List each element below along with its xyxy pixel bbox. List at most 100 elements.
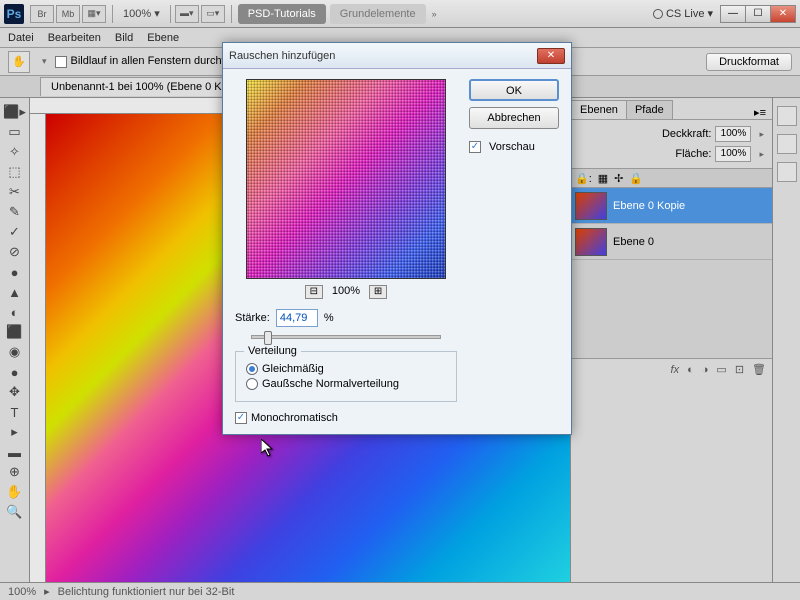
tool-brush[interactable]: ⊘	[3, 242, 27, 262]
fx-icon[interactable]: fx	[671, 364, 680, 376]
lock-all-icon[interactable]: 🔒	[629, 172, 643, 185]
tool-pen[interactable]: ✥	[3, 382, 27, 402]
tool-zoom[interactable]: 🔍	[3, 502, 27, 522]
fill-input[interactable]: 100%	[715, 146, 751, 162]
minimize-button[interactable]: —	[720, 5, 746, 23]
layers-footer: fx ◐ ◑ ▭ ⊡ 🗑	[571, 358, 772, 380]
workspace-tab-grundelemente[interactable]: Grundelemente	[330, 4, 426, 24]
strength-label: Stärke:	[235, 312, 270, 324]
tool-stamp[interactable]: ●	[3, 262, 27, 282]
hand-tool-icon[interactable]: ✋	[8, 51, 30, 73]
tool-eraser[interactable]: ◐	[3, 302, 27, 322]
uniform-radio[interactable]: Gleichmäßig	[246, 363, 446, 375]
preview-checkbox[interactable]: Vorschau	[469, 141, 559, 153]
workspace-tab-tutorials[interactable]: PSD-Tutorials	[238, 4, 326, 24]
layer-name[interactable]: Ebene 0 Kopie	[613, 200, 685, 212]
status-info-icon: ▸	[44, 585, 50, 598]
minibridge-button[interactable]: Mb	[56, 5, 80, 23]
dock-icon-2[interactable]	[777, 134, 797, 154]
panels-dock: Ebenen Pfade ▸≡ Deckkraft: 100% ▸ Fläche…	[570, 98, 772, 582]
print-format-button[interactable]: Druckformat	[706, 53, 792, 71]
tool-dodge[interactable]: ●	[3, 362, 27, 382]
tool-crop[interactable]: ✂	[3, 182, 27, 202]
paths-tab[interactable]: Pfade	[626, 100, 673, 119]
tool-shape[interactable]: ▬	[3, 442, 27, 462]
radio-icon	[246, 378, 258, 390]
maximize-button[interactable]: ☐	[745, 5, 771, 23]
status-hint: Belichtung funktioniert nur bei 32-Bit	[58, 586, 235, 598]
scroll-all-checkbox[interactable]: Bildlauf in allen Fenstern durchf	[55, 55, 225, 67]
checkbox-icon	[235, 412, 247, 424]
slider-thumb[interactable]	[264, 331, 272, 345]
layer-thumb	[575, 192, 607, 220]
status-bar: 100% ▸ Belichtung funktioniert nur bei 3…	[0, 582, 800, 600]
strength-slider[interactable]	[251, 335, 441, 339]
noise-preview[interactable]	[246, 79, 446, 279]
layer-name[interactable]: Ebene 0	[613, 236, 654, 248]
bridge-button[interactable]: Br	[30, 5, 54, 23]
adjustment-icon[interactable]: ◑	[702, 364, 709, 376]
status-zoom[interactable]: 100%	[8, 586, 36, 598]
mask-icon[interactable]: ◐	[687, 364, 694, 376]
toolbox: ⬛▸ ▭ ✧ ⬚ ✂ ✎ ✓ ⊘ ● ▲ ◐ ⬛ ◉ ● ✥ T ▸ ▬ ⊕ ✋…	[0, 98, 30, 582]
fill-label: Fläche:	[675, 148, 711, 160]
tool-healing[interactable]: ✓	[3, 222, 27, 242]
cancel-button[interactable]: Abbrechen	[469, 107, 559, 129]
menu-bild[interactable]: Bild	[115, 32, 133, 44]
zoom-out-button[interactable]: ⊟	[305, 285, 323, 299]
trash-icon[interactable]: 🗑	[752, 363, 766, 376]
gaussian-radio[interactable]: Gaußsche Normalverteilung	[246, 378, 446, 390]
cslive-button[interactable]: CS Live ▾	[653, 7, 713, 20]
add-noise-dialog: Rauschen hinzufügen ✕ ⊟ 100% ⊞ Stärke: 4…	[222, 42, 572, 435]
zoom-in-button[interactable]: ⊞	[369, 285, 387, 299]
window-close-button[interactable]: ✕	[770, 5, 796, 23]
newlayer-icon[interactable]: ⊡	[735, 363, 744, 376]
zoom-level[interactable]: 100% ▾	[123, 7, 160, 20]
workspace-more[interactable]: »	[432, 9, 437, 19]
dialog-close-button[interactable]: ✕	[537, 48, 565, 64]
tool-path[interactable]: ▸	[3, 422, 27, 442]
menu-ebene[interactable]: Ebene	[147, 32, 179, 44]
lock-label: 🔒:	[575, 172, 592, 185]
distribution-legend: Verteilung	[244, 345, 301, 357]
cslive-icon	[653, 9, 663, 19]
app-icon: Ps	[4, 4, 24, 24]
tool-hand[interactable]: ✋	[3, 482, 27, 502]
layers-list: Ebene 0 Kopie Ebene 0	[571, 188, 772, 358]
opacity-flyout[interactable]: ▸	[759, 129, 764, 140]
lock-position-icon[interactable]: ✢	[614, 172, 623, 185]
menu-datei[interactable]: Datei	[8, 32, 34, 44]
viewmodes-button[interactable]: ▦▾	[82, 5, 106, 23]
tool-marquee[interactable]: ▭	[3, 122, 27, 142]
tool-type[interactable]: T	[3, 402, 27, 422]
tool-blur[interactable]: ◉	[3, 342, 27, 362]
tool-history[interactable]: ▲	[3, 282, 27, 302]
app-titlebar: Ps Br Mb ▦▾ 100% ▾ ▬▾ ▭▾ PSD-Tutorials G…	[0, 0, 800, 28]
dock-icon-3[interactable]	[777, 162, 797, 182]
menu-bearbeiten[interactable]: Bearbeiten	[48, 32, 101, 44]
layer-row-selected[interactable]: Ebene 0 Kopie	[571, 188, 772, 224]
tool-gradient[interactable]: ⬛	[3, 322, 27, 342]
monochromatic-checkbox[interactable]: Monochromatisch	[235, 412, 457, 424]
tool-eyedropper[interactable]: ✎	[3, 202, 27, 222]
layer-row[interactable]: Ebene 0	[571, 224, 772, 260]
panel-menu-button[interactable]: ▸≡	[748, 106, 772, 119]
document-tab[interactable]: Unbenannt-1 bei 100% (Ebene 0 K	[40, 77, 233, 96]
opacity-input[interactable]: 100%	[715, 126, 751, 142]
ok-button[interactable]: OK	[469, 79, 559, 101]
strength-input[interactable]: 44,79	[276, 309, 318, 327]
group-icon[interactable]: ▭	[716, 363, 726, 376]
layers-tab[interactable]: Ebenen	[571, 100, 627, 119]
layer-thumb	[575, 228, 607, 256]
tool-quickselect[interactable]: ⬚	[3, 162, 27, 182]
screenmode-button[interactable]: ▭▾	[201, 5, 225, 23]
dock-icon-1[interactable]	[777, 106, 797, 126]
arrange-button[interactable]: ▬▾	[175, 5, 199, 23]
tool-move[interactable]: ⬛▸	[3, 102, 27, 122]
fill-flyout[interactable]: ▸	[759, 149, 764, 160]
dialog-titlebar[interactable]: Rauschen hinzufügen ✕	[223, 43, 571, 69]
ruler-vertical[interactable]	[30, 114, 46, 582]
tool-3d[interactable]: ⊕	[3, 462, 27, 482]
tool-lasso[interactable]: ✧	[3, 142, 27, 162]
lock-pixels-icon[interactable]: ▦	[598, 172, 608, 185]
